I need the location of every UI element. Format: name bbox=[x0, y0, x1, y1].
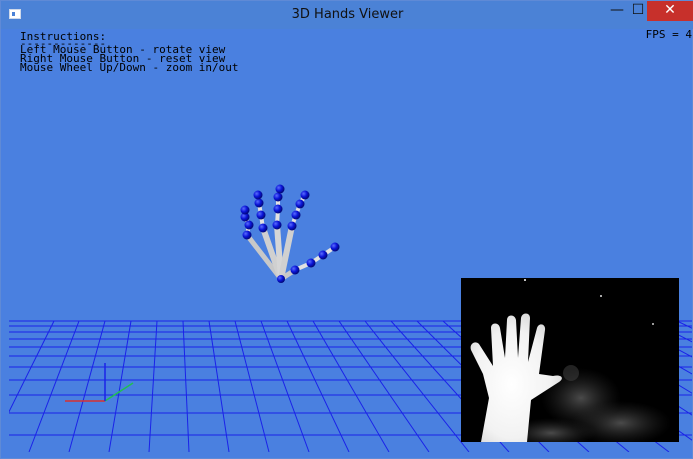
grid-line bbox=[234, 320, 270, 452]
joint bbox=[290, 265, 300, 275]
fps-readout: FPS = 4 bbox=[645, 29, 692, 41]
joint bbox=[272, 220, 282, 230]
joint bbox=[273, 204, 283, 214]
joint bbox=[258, 223, 268, 233]
grid-line bbox=[286, 320, 350, 452]
joint bbox=[318, 250, 328, 260]
grid-line bbox=[68, 320, 106, 452]
joint bbox=[253, 190, 263, 200]
joint bbox=[254, 198, 264, 208]
thumb-bones bbox=[293, 245, 337, 272]
depth-image-inset bbox=[461, 278, 679, 448]
joint bbox=[300, 190, 310, 200]
joint bbox=[291, 210, 301, 220]
joint bbox=[275, 184, 285, 194]
y-axis bbox=[104, 382, 134, 402]
hand-skeleton bbox=[240, 184, 340, 283]
joint bbox=[242, 230, 252, 240]
joint bbox=[244, 220, 254, 230]
depth-hand-image bbox=[470, 279, 671, 448]
grid-line bbox=[364, 320, 470, 452]
grid-line bbox=[208, 320, 230, 452]
grid-line bbox=[338, 320, 430, 452]
window-title: 3D Hands Viewer bbox=[291, 7, 404, 22]
grid-line bbox=[260, 320, 310, 452]
joint bbox=[330, 242, 340, 252]
app-window: 3D Hands Viewer — ☐ ✕ Instructions: ----… bbox=[0, 0, 693, 459]
instruction-line: Mouse Wheel Up/Down - zoom in/out bbox=[20, 61, 239, 74]
joint bbox=[256, 210, 266, 220]
grid-line bbox=[182, 320, 190, 452]
grid-line bbox=[312, 320, 390, 452]
grid-line bbox=[28, 320, 80, 452]
depth-noise bbox=[652, 323, 654, 325]
wrist-joint bbox=[277, 275, 285, 283]
depth-noise bbox=[524, 279, 526, 281]
joint bbox=[240, 205, 250, 215]
joint bbox=[295, 199, 305, 209]
grid-line bbox=[148, 320, 158, 452]
joint bbox=[273, 192, 283, 202]
joint bbox=[306, 258, 316, 268]
title-bar[interactable]: 3D Hands Viewer — ☐ ✕ bbox=[1, 1, 693, 29]
depth-noise bbox=[563, 365, 579, 381]
grid-line bbox=[9, 320, 55, 413]
close-button[interactable]: ✕ bbox=[647, 1, 693, 21]
index-bones bbox=[290, 193, 307, 228]
palm-bones bbox=[244, 222, 298, 282]
depth-noise bbox=[600, 295, 602, 297]
3d-viewport[interactable]: Instructions: ------------- Left Mouse B… bbox=[9, 29, 692, 452]
joint bbox=[287, 221, 297, 231]
